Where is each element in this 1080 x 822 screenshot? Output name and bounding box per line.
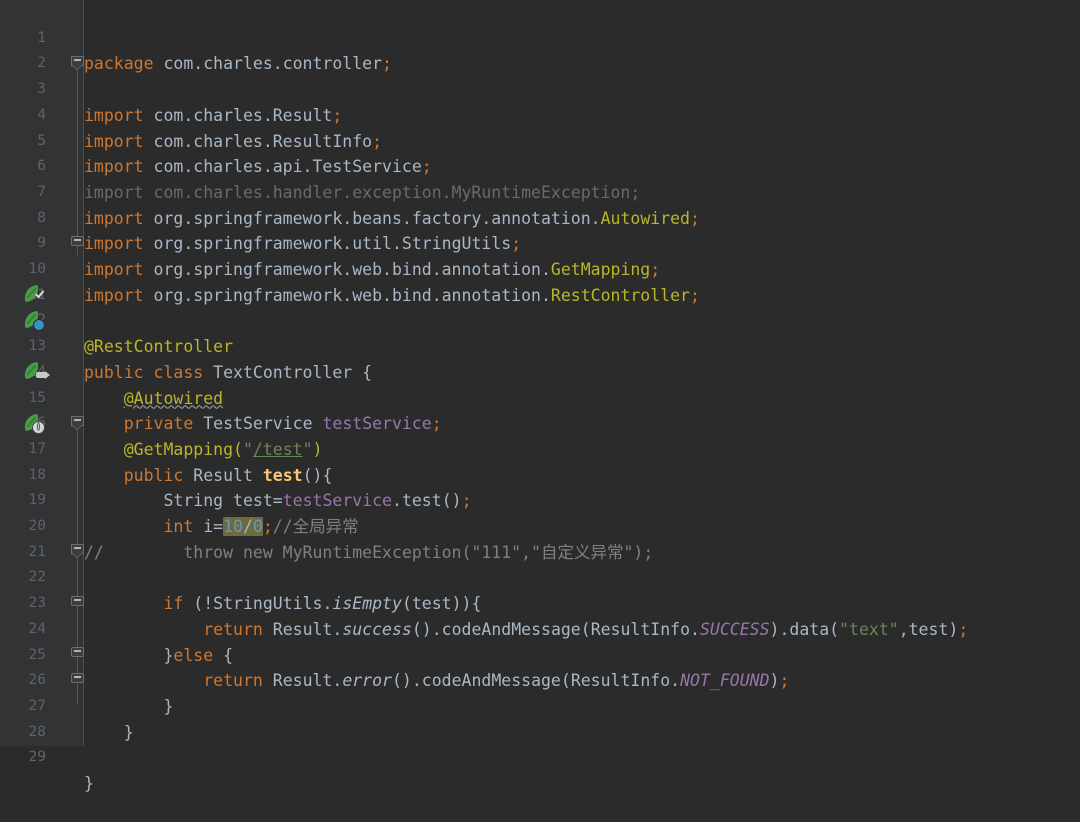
code-line-7[interactable]: 7 import org.springframework.beans.facto…: [0, 154, 1080, 228]
fold-marker-if-end[interactable]: [71, 647, 84, 658]
check-badge: [34, 292, 44, 302]
fold-marker-imports-end[interactable]: [71, 236, 84, 247]
code-line-25[interactable]: 25 return Result.error().codeAndMessage(…: [0, 617, 1080, 691]
spring-bean-class-icon[interactable]: [22, 310, 45, 331]
fold-marker-method-start[interactable]: [71, 416, 84, 431]
spring-bean-checked-icon[interactable]: [22, 284, 44, 304]
code-line-21[interactable]: 21: [0, 514, 1080, 560]
code-line-9[interactable]: 9 import org.springframework.web.bind.an…: [0, 206, 1080, 279]
code-line-24[interactable]: 24 }else {: [0, 591, 1080, 665]
spring-request-mapping-icon[interactable]: [22, 413, 45, 434]
code-line-23[interactable]: 23 return Result.success().codeAndMessag…: [0, 565, 1080, 639]
code-line-20[interactable]: 20 // throw new MyRuntimeException("111"…: [0, 488, 1080, 562]
code-line-15[interactable]: 15 private TestService testService;: [0, 360, 1080, 434]
code-line-28[interactable]: 28: [0, 694, 1080, 740]
code-line-18[interactable]: 18 String test=testService.test();: [0, 437, 1080, 511]
code-line-2[interactable]: 2: [0, 26, 1080, 71]
code-line-12[interactable]: 12 @RestController: [0, 283, 1080, 356]
spring-bean-autowired-icon[interactable]: [22, 361, 50, 381]
line-number: 29: [28, 749, 46, 766]
fold-marker-else-end[interactable]: [71, 596, 84, 607]
code-line-8[interactable]: 8 import org.springframework.util.String…: [0, 180, 1080, 254]
fold-marker-imports-start[interactable]: [71, 56, 84, 71]
fold-marker-if-start[interactable]: [71, 544, 84, 559]
code-line-4[interactable]: 4 import com.charles.ResultInfo;: [0, 77, 1080, 151]
code-line-17[interactable]: 17 public Result test(){: [0, 411, 1080, 485]
code-line-13[interactable]: 13 public class TextController {: [0, 308, 1080, 382]
arrow-badge: [36, 371, 50, 379]
code-line-26[interactable]: 26 }: [0, 643, 1080, 716]
globe-badge: [32, 421, 45, 434]
code-line-11[interactable]: 11: [0, 257, 1080, 303]
code-line-27[interactable]: 27 }: [0, 668, 1080, 742]
code-line-16[interactable]: 16 @GetMapping("/test"): [0, 386, 1080, 459]
code-editor[interactable]: 1 package com.charles.controller; 2 3 im…: [0, 0, 1080, 793]
code-line-22[interactable]: 22 if (!StringUtils.isEmpty(test)){: [0, 540, 1080, 613]
blue-dot-badge: [33, 319, 45, 331]
code-line-5[interactable]: 5 import com.charles.api.TestService;: [0, 103, 1080, 177]
code-line-19[interactable]: 19 int i=10/0;//全局异常: [0, 463, 1080, 536]
code-line-14[interactable]: 14 @Autowired: [0, 334, 1080, 408]
fold-marker-method-end[interactable]: [71, 673, 84, 684]
code-line-29[interactable]: 29 }: [0, 720, 1080, 793]
code-line-3[interactable]: 3 import com.charles.Result;: [0, 51, 1080, 125]
code-line-1[interactable]: 1 package com.charles.controller;: [0, 0, 1080, 74]
code-line-6[interactable]: 6 import com.charles.handler.exception.M…: [0, 129, 1080, 202]
code-line-10[interactable]: 10 import org.springframework.web.bind.a…: [0, 231, 1080, 305]
line-content: }: [84, 774, 94, 793]
